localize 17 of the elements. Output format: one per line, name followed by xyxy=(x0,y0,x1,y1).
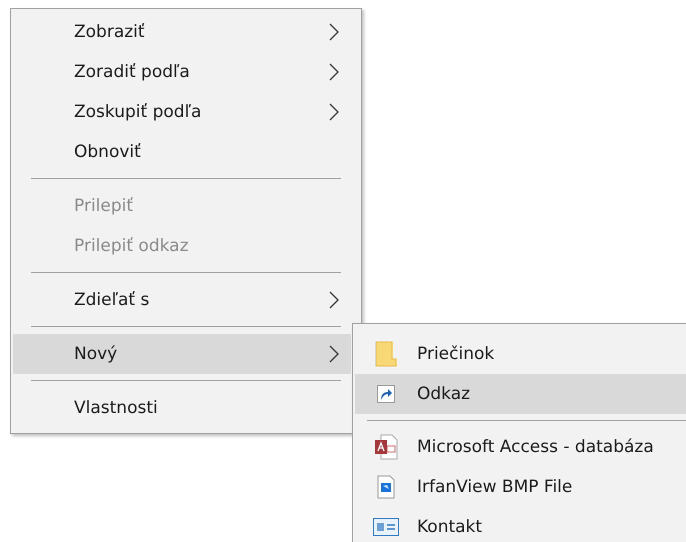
menu-item[interactable]: Zoradiť podľa xyxy=(13,52,351,92)
menu-item[interactable]: Kontakt xyxy=(355,507,686,542)
menu-item[interactable]: Vlastnosti xyxy=(13,388,351,428)
menu-item[interactable]: Microsoft Access - databáza xyxy=(355,427,686,467)
menu-item[interactable]: IrfanView BMP File xyxy=(355,467,686,507)
menu-item[interactable]: Zoskupiť podľa xyxy=(13,92,351,132)
menu-item[interactable]: Priečinok xyxy=(355,334,686,374)
menu-item[interactable]: Zdieľať s xyxy=(13,280,351,320)
menu-item[interactable]: Zobraziť xyxy=(13,12,351,52)
folder-icon xyxy=(375,341,397,367)
menu-item[interactable]: Obnoviť xyxy=(13,132,351,172)
contact-card-icon xyxy=(373,518,399,536)
menu-item[interactable]: Nový xyxy=(13,334,351,374)
image-file-icon xyxy=(377,475,395,499)
menu-item[interactable]: Odkaz xyxy=(355,374,686,414)
database-file-icon xyxy=(374,434,398,460)
shortcut-icon xyxy=(377,385,395,403)
